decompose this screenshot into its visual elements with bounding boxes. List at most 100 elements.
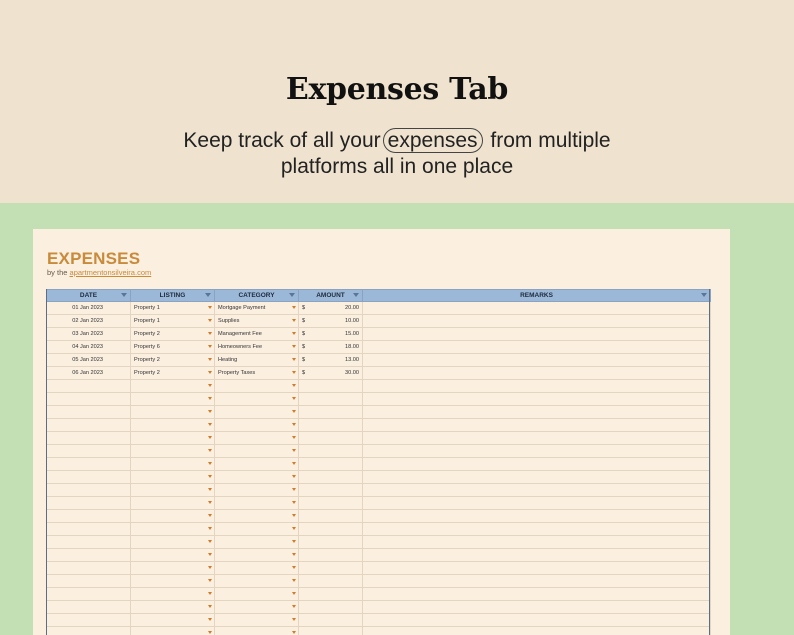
remarks-cell[interactable] bbox=[362, 574, 711, 588]
listing-cell[interactable]: Property 6 bbox=[130, 340, 215, 354]
remarks-cell[interactable] bbox=[362, 470, 711, 484]
dropdown-arrow-icon[interactable] bbox=[292, 423, 296, 426]
remarks-cell[interactable] bbox=[362, 327, 711, 341]
listing-cell[interactable]: Property 2 bbox=[130, 353, 215, 367]
amount-cell[interactable] bbox=[298, 379, 363, 393]
amount-cell[interactable] bbox=[298, 457, 363, 471]
dropdown-arrow-icon[interactable] bbox=[292, 462, 296, 465]
dropdown-arrow-icon[interactable] bbox=[208, 592, 212, 595]
amount-cell[interactable] bbox=[298, 496, 363, 510]
dropdown-arrow-icon[interactable] bbox=[292, 332, 296, 335]
dropdown-arrow-icon[interactable] bbox=[208, 436, 212, 439]
amount-cell[interactable] bbox=[298, 587, 363, 601]
dropdown-arrow-icon[interactable] bbox=[208, 306, 212, 309]
filter-icon[interactable] bbox=[353, 293, 359, 297]
dropdown-arrow-icon[interactable] bbox=[292, 397, 296, 400]
dropdown-arrow-icon[interactable] bbox=[292, 410, 296, 413]
listing-cell[interactable] bbox=[130, 613, 215, 627]
dropdown-arrow-icon[interactable] bbox=[208, 475, 212, 478]
date-cell[interactable]: 06 Jan 2023 bbox=[46, 366, 131, 380]
dropdown-arrow-icon[interactable] bbox=[208, 579, 212, 582]
dropdown-arrow-icon[interactable] bbox=[208, 319, 212, 322]
date-cell[interactable] bbox=[46, 613, 131, 627]
listing-cell[interactable] bbox=[130, 626, 215, 635]
dropdown-arrow-icon[interactable] bbox=[292, 566, 296, 569]
amount-cell[interactable] bbox=[298, 405, 363, 419]
remarks-cell[interactable] bbox=[362, 392, 711, 406]
dropdown-arrow-icon[interactable] bbox=[292, 579, 296, 582]
listing-cell[interactable] bbox=[130, 496, 215, 510]
dropdown-arrow-icon[interactable] bbox=[292, 319, 296, 322]
listing-cell[interactable] bbox=[130, 509, 215, 523]
dropdown-arrow-icon[interactable] bbox=[292, 501, 296, 504]
category-cell[interactable]: Management Fee bbox=[214, 327, 299, 341]
date-cell[interactable] bbox=[46, 405, 131, 419]
date-cell[interactable] bbox=[46, 392, 131, 406]
column-header-remarks[interactable]: REMARKS bbox=[362, 289, 711, 302]
amount-cell[interactable] bbox=[298, 574, 363, 588]
dropdown-arrow-icon[interactable] bbox=[292, 371, 296, 374]
date-cell[interactable] bbox=[46, 444, 131, 458]
category-cell[interactable] bbox=[214, 548, 299, 562]
date-cell[interactable] bbox=[46, 587, 131, 601]
category-cell[interactable] bbox=[214, 509, 299, 523]
byline-link[interactable]: apartmentonsilveira.com bbox=[70, 268, 152, 277]
dropdown-arrow-icon[interactable] bbox=[208, 488, 212, 491]
dropdown-arrow-icon[interactable] bbox=[292, 553, 296, 556]
date-cell[interactable] bbox=[46, 600, 131, 614]
amount-cell[interactable] bbox=[298, 483, 363, 497]
filter-icon[interactable] bbox=[701, 293, 707, 297]
dropdown-arrow-icon[interactable] bbox=[292, 514, 296, 517]
amount-cell[interactable] bbox=[298, 392, 363, 406]
dropdown-arrow-icon[interactable] bbox=[208, 462, 212, 465]
amount-cell[interactable] bbox=[298, 522, 363, 536]
date-cell[interactable] bbox=[46, 418, 131, 432]
dropdown-arrow-icon[interactable] bbox=[292, 618, 296, 621]
remarks-cell[interactable] bbox=[362, 444, 711, 458]
amount-cell[interactable]: $18.00 bbox=[298, 340, 363, 354]
category-cell[interactable]: Mortgage Payment bbox=[214, 301, 299, 315]
dropdown-arrow-icon[interactable] bbox=[292, 631, 296, 634]
category-cell[interactable] bbox=[214, 405, 299, 419]
dropdown-arrow-icon[interactable] bbox=[292, 527, 296, 530]
dropdown-arrow-icon[interactable] bbox=[208, 527, 212, 530]
remarks-cell[interactable] bbox=[362, 522, 711, 536]
dropdown-arrow-icon[interactable] bbox=[208, 358, 212, 361]
dropdown-arrow-icon[interactable] bbox=[292, 605, 296, 608]
amount-cell[interactable]: $10.00 bbox=[298, 314, 363, 328]
listing-cell[interactable] bbox=[130, 470, 215, 484]
dropdown-arrow-icon[interactable] bbox=[292, 384, 296, 387]
dropdown-arrow-icon[interactable] bbox=[208, 449, 212, 452]
dropdown-arrow-icon[interactable] bbox=[292, 358, 296, 361]
dropdown-arrow-icon[interactable] bbox=[208, 553, 212, 556]
category-cell[interactable] bbox=[214, 522, 299, 536]
dropdown-arrow-icon[interactable] bbox=[208, 423, 212, 426]
category-cell[interactable] bbox=[214, 418, 299, 432]
listing-cell[interactable] bbox=[130, 444, 215, 458]
listing-cell[interactable] bbox=[130, 600, 215, 614]
listing-cell[interactable] bbox=[130, 522, 215, 536]
filter-icon[interactable] bbox=[289, 293, 295, 297]
listing-cell[interactable] bbox=[130, 561, 215, 575]
dropdown-arrow-icon[interactable] bbox=[292, 488, 296, 491]
date-cell[interactable] bbox=[46, 574, 131, 588]
dropdown-arrow-icon[interactable] bbox=[292, 345, 296, 348]
date-cell[interactable]: 01 Jan 2023 bbox=[46, 301, 131, 315]
dropdown-arrow-icon[interactable] bbox=[208, 345, 212, 348]
category-cell[interactable] bbox=[214, 457, 299, 471]
dropdown-arrow-icon[interactable] bbox=[208, 501, 212, 504]
category-cell[interactable] bbox=[214, 587, 299, 601]
date-cell[interactable] bbox=[46, 535, 131, 549]
date-cell[interactable] bbox=[46, 431, 131, 445]
listing-cell[interactable] bbox=[130, 418, 215, 432]
dropdown-arrow-icon[interactable] bbox=[208, 618, 212, 621]
date-cell[interactable] bbox=[46, 483, 131, 497]
date-cell[interactable] bbox=[46, 561, 131, 575]
category-cell[interactable]: Homeowners Fee bbox=[214, 340, 299, 354]
dropdown-arrow-icon[interactable] bbox=[208, 631, 212, 634]
amount-cell[interactable] bbox=[298, 444, 363, 458]
listing-cell[interactable] bbox=[130, 548, 215, 562]
date-cell[interactable] bbox=[46, 626, 131, 635]
category-cell[interactable] bbox=[214, 470, 299, 484]
amount-cell[interactable]: $15.00 bbox=[298, 327, 363, 341]
